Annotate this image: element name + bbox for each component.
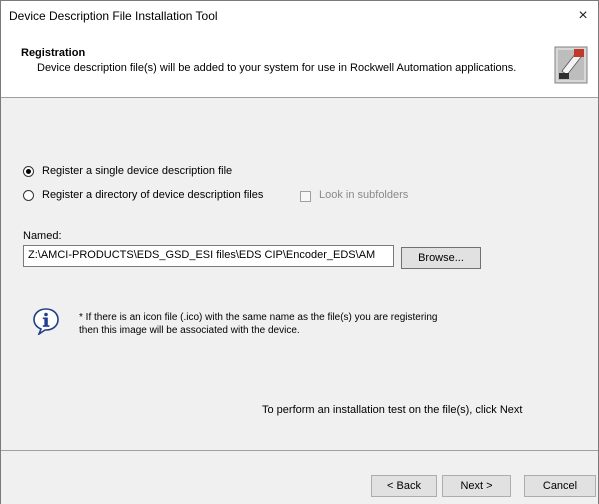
wizard-header: Registration Device description file(s) …	[1, 30, 598, 98]
look-in-subfolders-checkbox[interactable]	[300, 191, 311, 202]
back-button[interactable]: < Back	[371, 475, 437, 497]
title-bar: Device Description File Installation Too…	[1, 1, 598, 30]
radio-single-file[interactable]: Register a single device description fil…	[23, 165, 232, 177]
icon-note-line-2: then this image will be associated with …	[79, 325, 300, 336]
installation-tool-window: Device Description File Installation Too…	[0, 0, 599, 504]
page-title: Registration	[21, 47, 86, 59]
radio-directory-label: Register a directory of device descripti…	[42, 189, 264, 201]
info-icon	[33, 308, 59, 335]
radio-directory-button[interactable]	[23, 189, 34, 201]
cancel-button[interactable]: Cancel	[524, 475, 596, 497]
look-in-subfolders-label: Look in subfolders	[319, 189, 409, 201]
next-button[interactable]: Next >	[442, 475, 511, 497]
radio-directory[interactable]: Register a directory of device descripti…	[23, 189, 263, 201]
icon-note: * If there is an icon file (.ico) with t…	[79, 311, 519, 337]
named-label: Named:	[23, 230, 62, 242]
file-path-field[interactable]: Z:\AMCI-PRODUCTS\EDS_GSD_ESI files\EDS C…	[23, 245, 394, 267]
browse-button[interactable]: Browse...	[401, 247, 481, 269]
next-hint-text: To perform an installation test on the f…	[262, 404, 523, 416]
window-title: Device Description File Installation Too…	[9, 9, 218, 23]
close-icon[interactable]: ×	[568, 1, 598, 30]
icon-note-line-1: * If there is an icon file (.ico) with t…	[79, 312, 438, 323]
wizard-content	[1, 98, 598, 450]
radio-single-file-label: Register a single device description fil…	[42, 165, 233, 177]
eds-wizard-icon	[554, 46, 588, 84]
radio-single-file-button[interactable]	[23, 165, 34, 177]
page-subtitle: Device description file(s) will be added…	[37, 62, 517, 74]
